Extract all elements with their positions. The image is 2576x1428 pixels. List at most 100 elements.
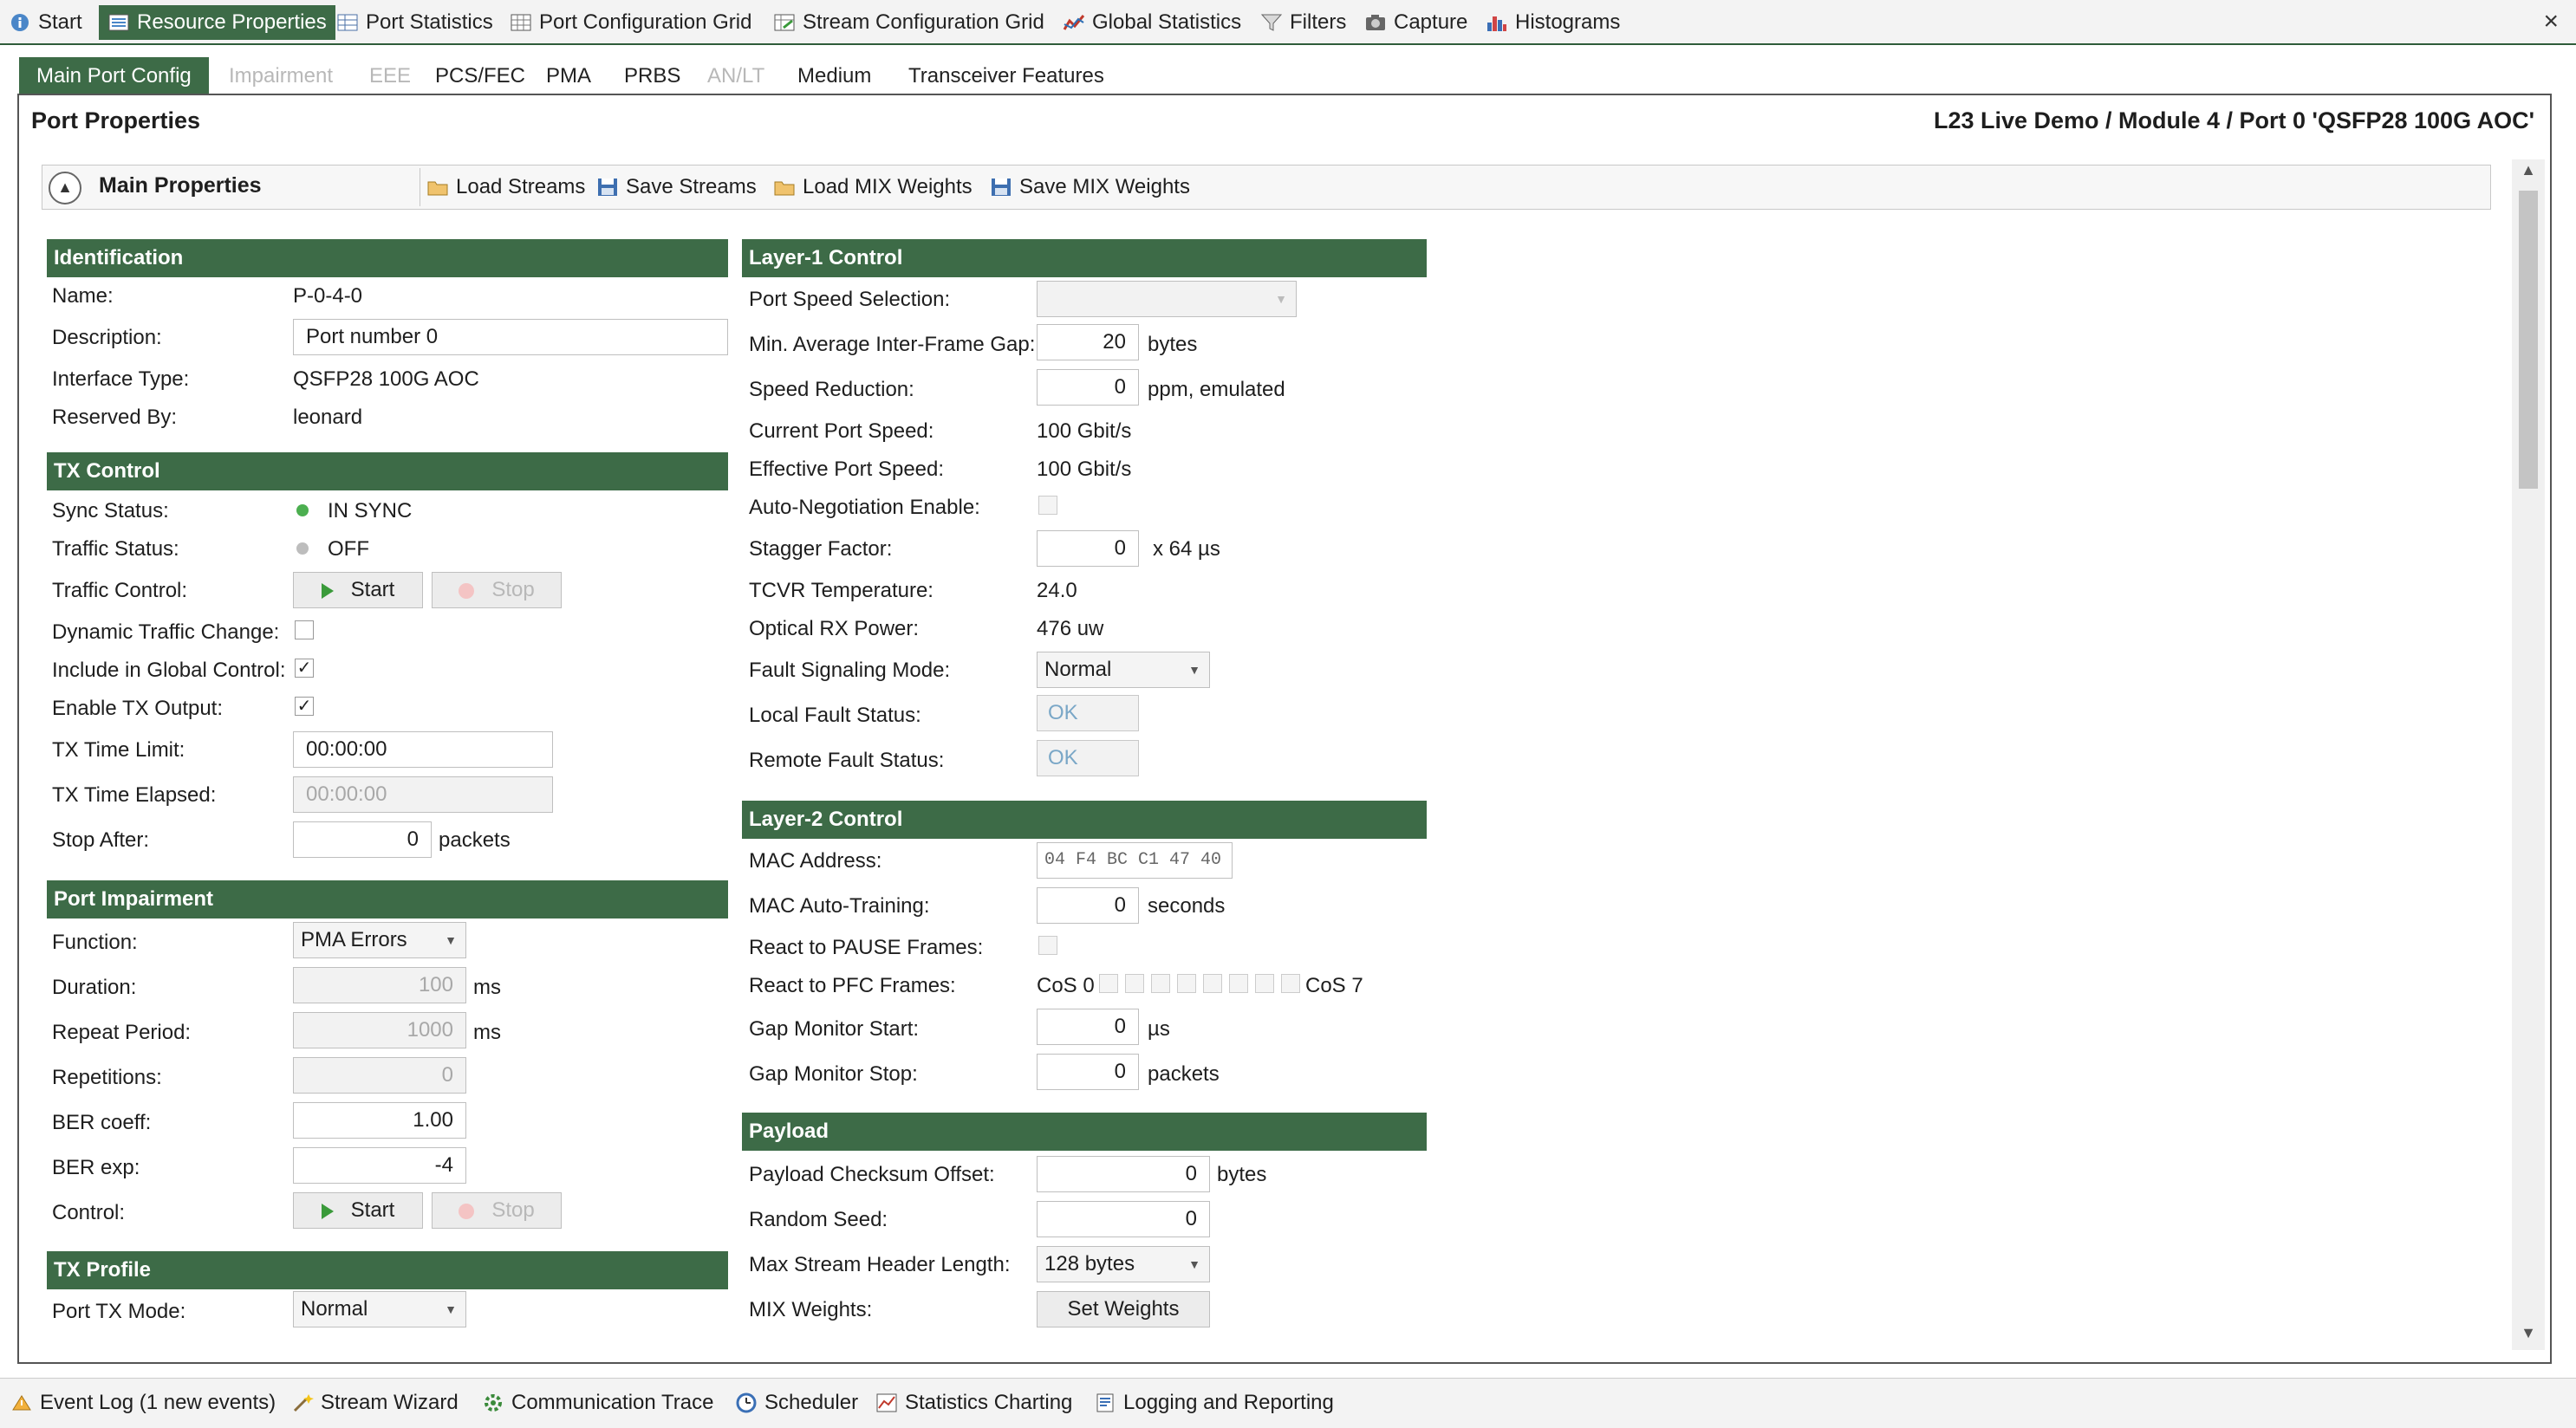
scroll-up-icon[interactable]: ▲ <box>2512 161 2545 179</box>
gap-monitor-stop-input[interactable]: 0 <box>1037 1054 1139 1090</box>
stagger-factor-input[interactable]: 0 <box>1037 530 1139 567</box>
pfc-cos0-checkbox[interactable] <box>1099 974 1118 993</box>
effective-speed-label: Effective Port Speed: <box>749 458 945 481</box>
traffic-stop-button[interactable]: Stop <box>432 572 562 608</box>
start-label: Start <box>350 578 395 601</box>
save-mix-weights-button[interactable]: Save MIX Weights <box>990 170 1190 204</box>
section-layer2-control: Layer-2 Control <box>742 801 1427 839</box>
scrollbar-thumb[interactable] <box>2519 191 2538 489</box>
tab-start[interactable]: Start <box>9 5 82 40</box>
section-layer1-control: Layer-1 Control <box>742 239 1427 277</box>
pfc-cos1-checkbox[interactable] <box>1125 974 1144 993</box>
tab-label: Start <box>38 10 82 34</box>
pfc-cos5-checkbox[interactable] <box>1229 974 1248 993</box>
max-header-select[interactable]: 128 bytes ▼ <box>1037 1246 1210 1282</box>
ber-exp-input[interactable]: -4 <box>293 1147 466 1184</box>
tab-stream-wizard[interactable]: Stream Wizard <box>291 1385 459 1421</box>
ber-coeff-label: BER coeff: <box>52 1111 152 1134</box>
tab-label: Stream Configuration Grid <box>803 10 1044 34</box>
close-icon[interactable]: × <box>2543 7 2559 36</box>
set-weights-button[interactable]: Set Weights <box>1037 1291 1210 1327</box>
chart-icon <box>875 1392 898 1413</box>
stop-after-input[interactable]: 0 <box>293 821 432 858</box>
scroll-down-icon[interactable]: ▼ <box>2512 1324 2545 1342</box>
subtab-pma[interactable]: PMA <box>546 57 591 95</box>
checksum-offset-input[interactable]: 0 <box>1037 1156 1210 1192</box>
sub-tab-bar: Main Port Config Impairment EEE PCS/FEC … <box>19 57 2533 95</box>
max-header-value: 128 bytes <box>1044 1252 1135 1275</box>
tab-global-statistics[interactable]: Global Statistics <box>1063 5 1241 40</box>
port-tx-mode-label: Port TX Mode: <box>52 1300 186 1323</box>
load-mix-weights-button[interactable]: Load MIX Weights <box>773 170 973 204</box>
traffic-start-button[interactable]: Start <box>293 572 423 608</box>
tab-filters[interactable]: Filters <box>1260 5 1346 40</box>
wand-icon <box>291 1392 314 1413</box>
table-icon <box>336 12 359 33</box>
port-tx-mode-select[interactable]: Normal ▼ <box>293 1291 466 1327</box>
tab-logging-reporting[interactable]: Logging and Reporting <box>1094 1385 1334 1421</box>
tab-scheduler[interactable]: Scheduler <box>735 1385 858 1421</box>
port-tx-mode-value: Normal <box>301 1297 368 1321</box>
subtab-an-lt[interactable]: AN/LT <box>707 57 764 95</box>
mac-auto-training-input[interactable]: 0 <box>1037 887 1139 924</box>
subtab-main-port-config[interactable]: Main Port Config <box>19 57 209 95</box>
description-input[interactable]: Port number 0 <box>293 319 728 355</box>
include-global-checkbox[interactable]: ✓ <box>295 659 314 678</box>
ifg-input[interactable]: 20 <box>1037 324 1139 360</box>
dynamic-traffic-checkbox[interactable] <box>295 620 314 639</box>
page-title: Port Properties <box>31 107 201 133</box>
pfc-cos2-checkbox[interactable] <box>1151 974 1170 993</box>
subtab-prbs[interactable]: PRBS <box>624 57 680 95</box>
subtab-pcs-fec[interactable]: PCS/FEC <box>435 57 525 95</box>
tab-capture[interactable]: Capture <box>1364 5 1467 40</box>
ber-coeff-input[interactable]: 1.00 <box>293 1102 466 1139</box>
remote-fault-status: OK <box>1037 740 1139 776</box>
tab-communication-trace[interactable]: Communication Trace <box>482 1385 713 1421</box>
subtab-eee[interactable]: EEE <box>369 57 411 95</box>
chevron-down-icon: ▼ <box>445 933 457 947</box>
speed-reduction-input[interactable]: 0 <box>1037 369 1139 406</box>
tab-statistics-charting[interactable]: Statistics Charting <box>875 1385 1072 1421</box>
subtab-impairment[interactable]: Impairment <box>229 57 333 95</box>
enable-tx-checkbox[interactable]: ✓ <box>295 697 314 716</box>
port-speed-select[interactable]: ▼ <box>1037 281 1297 317</box>
local-fault-status: OK <box>1037 695 1139 731</box>
autoneg-checkbox[interactable] <box>1038 496 1057 515</box>
mac-address-input[interactable]: 04 F4 BC C1 47 40 <box>1037 842 1233 879</box>
gap-monitor-stop-unit: packets <box>1148 1062 1220 1086</box>
stagger-factor-label: Stagger Factor: <box>749 537 893 561</box>
subtab-medium[interactable]: Medium <box>797 57 871 95</box>
subtab-transceiver-features[interactable]: Transceiver Features <box>908 57 1104 95</box>
load-streams-button[interactable]: Load Streams <box>426 170 585 204</box>
tab-label: Global Statistics <box>1092 10 1242 34</box>
tab-stream-configuration-grid[interactable]: Stream Configuration Grid <box>773 5 1044 40</box>
tab-label: Statistics Charting <box>905 1391 1073 1414</box>
pfc-cos7-checkbox[interactable] <box>1281 974 1300 993</box>
function-select[interactable]: PMA Errors ▼ <box>293 922 466 958</box>
tcvr-temp-label: TCVR Temperature: <box>749 579 933 602</box>
collapse-icon[interactable]: ▲ <box>49 172 81 204</box>
tab-histograms[interactable]: Histograms <box>1486 5 1620 40</box>
effective-speed-value: 100 Gbit/s <box>1037 458 1132 481</box>
chevron-down-icon: ▼ <box>445 1302 457 1316</box>
gap-monitor-start-label: Gap Monitor Start: <box>749 1017 920 1041</box>
interface-type-label: Interface Type: <box>52 367 190 391</box>
fault-mode-select[interactable]: Normal ▼ <box>1037 652 1210 688</box>
tab-port-statistics[interactable]: Port Statistics <box>336 5 493 40</box>
pause-frames-checkbox[interactable] <box>1038 936 1057 955</box>
tab-port-configuration-grid[interactable]: Port Configuration Grid <box>510 5 751 40</box>
random-seed-input[interactable]: 0 <box>1037 1201 1210 1237</box>
pfc-cos6-checkbox[interactable] <box>1255 974 1274 993</box>
impairment-start-button[interactable]: Start <box>293 1192 423 1229</box>
save-streams-button[interactable]: Save Streams <box>596 170 757 204</box>
impairment-stop-button[interactable]: Stop <box>432 1192 562 1229</box>
tab-event-log[interactable]: Event Log (1 new events) <box>10 1385 276 1421</box>
pfc-cos4-checkbox[interactable] <box>1203 974 1222 993</box>
enable-tx-label: Enable TX Output: <box>52 697 224 720</box>
pfc-cos3-checkbox[interactable] <box>1177 974 1196 993</box>
tab-resource-properties[interactable]: Resource Properties <box>99 5 335 40</box>
gap-monitor-start-input[interactable]: 0 <box>1037 1009 1139 1045</box>
tx-time-limit-input[interactable]: 00:00:00 <box>293 731 553 768</box>
stop-label: Stop <box>491 578 535 601</box>
tx-time-limit-label: TX Time Limit: <box>52 738 185 762</box>
